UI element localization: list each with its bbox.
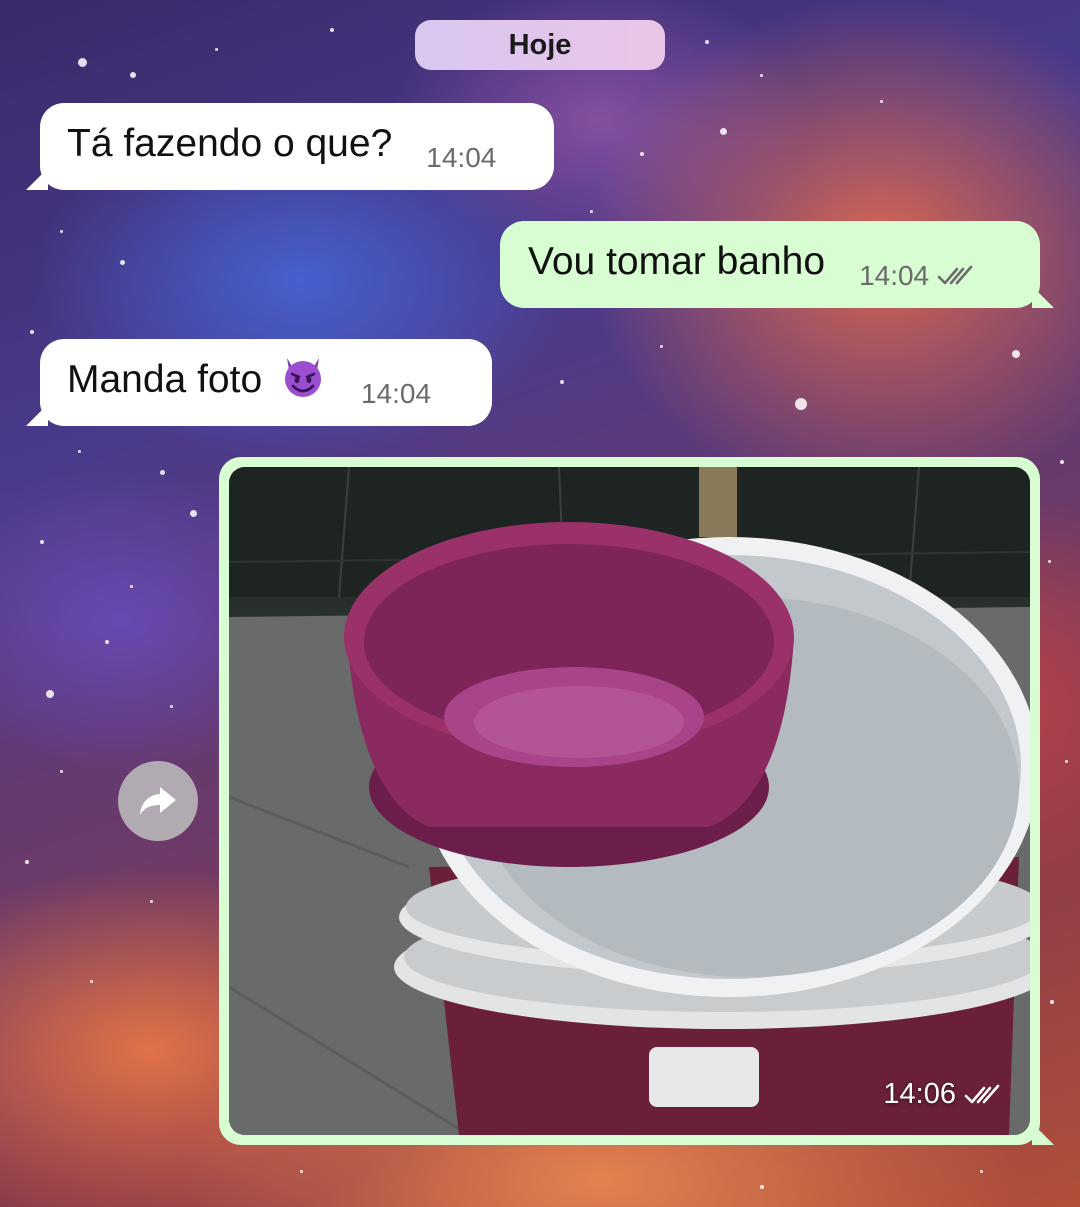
bubble-tail <box>26 168 48 190</box>
message-text-wrap: Manda foto <box>67 352 327 404</box>
incoming-message[interactable]: Tá fazendo o que? 14:04 <box>26 103 554 190</box>
message-photo[interactable]: 14:06 <box>229 467 1030 1135</box>
message-text: Vou tomar banho <box>528 240 826 283</box>
incoming-message[interactable]: Manda foto 14:04 <box>26 339 492 426</box>
bubble-tail <box>1032 286 1054 308</box>
message-timestamp: 14:04 <box>426 142 497 173</box>
bubble-tail <box>26 404 48 426</box>
image-meta: 14:06 <box>883 1078 1004 1111</box>
bubble-tail <box>1032 1123 1054 1145</box>
double-check-icon <box>937 265 973 285</box>
date-separator-label: Hoje <box>508 28 572 61</box>
forward-arrow-icon <box>140 787 176 815</box>
photo-content <box>229 467 1030 1135</box>
outgoing-message[interactable]: Vou tomar banho 14:04 <box>500 221 1054 308</box>
date-separator: Hoje <box>415 20 665 70</box>
outgoing-image-message[interactable]: 14:06 <box>219 457 1054 1145</box>
message-text: Manda foto <box>67 358 263 401</box>
message-timestamp: 14:06 <box>883 1078 956 1110</box>
message-meta: 14:04 <box>859 260 977 292</box>
forward-button[interactable] <box>118 761 198 841</box>
message-timestamp: 14:04 <box>360 378 432 409</box>
smiling-devil-icon <box>284 358 321 397</box>
message-timestamp: 14:04 <box>859 260 930 291</box>
message-text: Tá fazendo o que? <box>67 122 393 165</box>
double-check-icon <box>964 1084 1000 1103</box>
